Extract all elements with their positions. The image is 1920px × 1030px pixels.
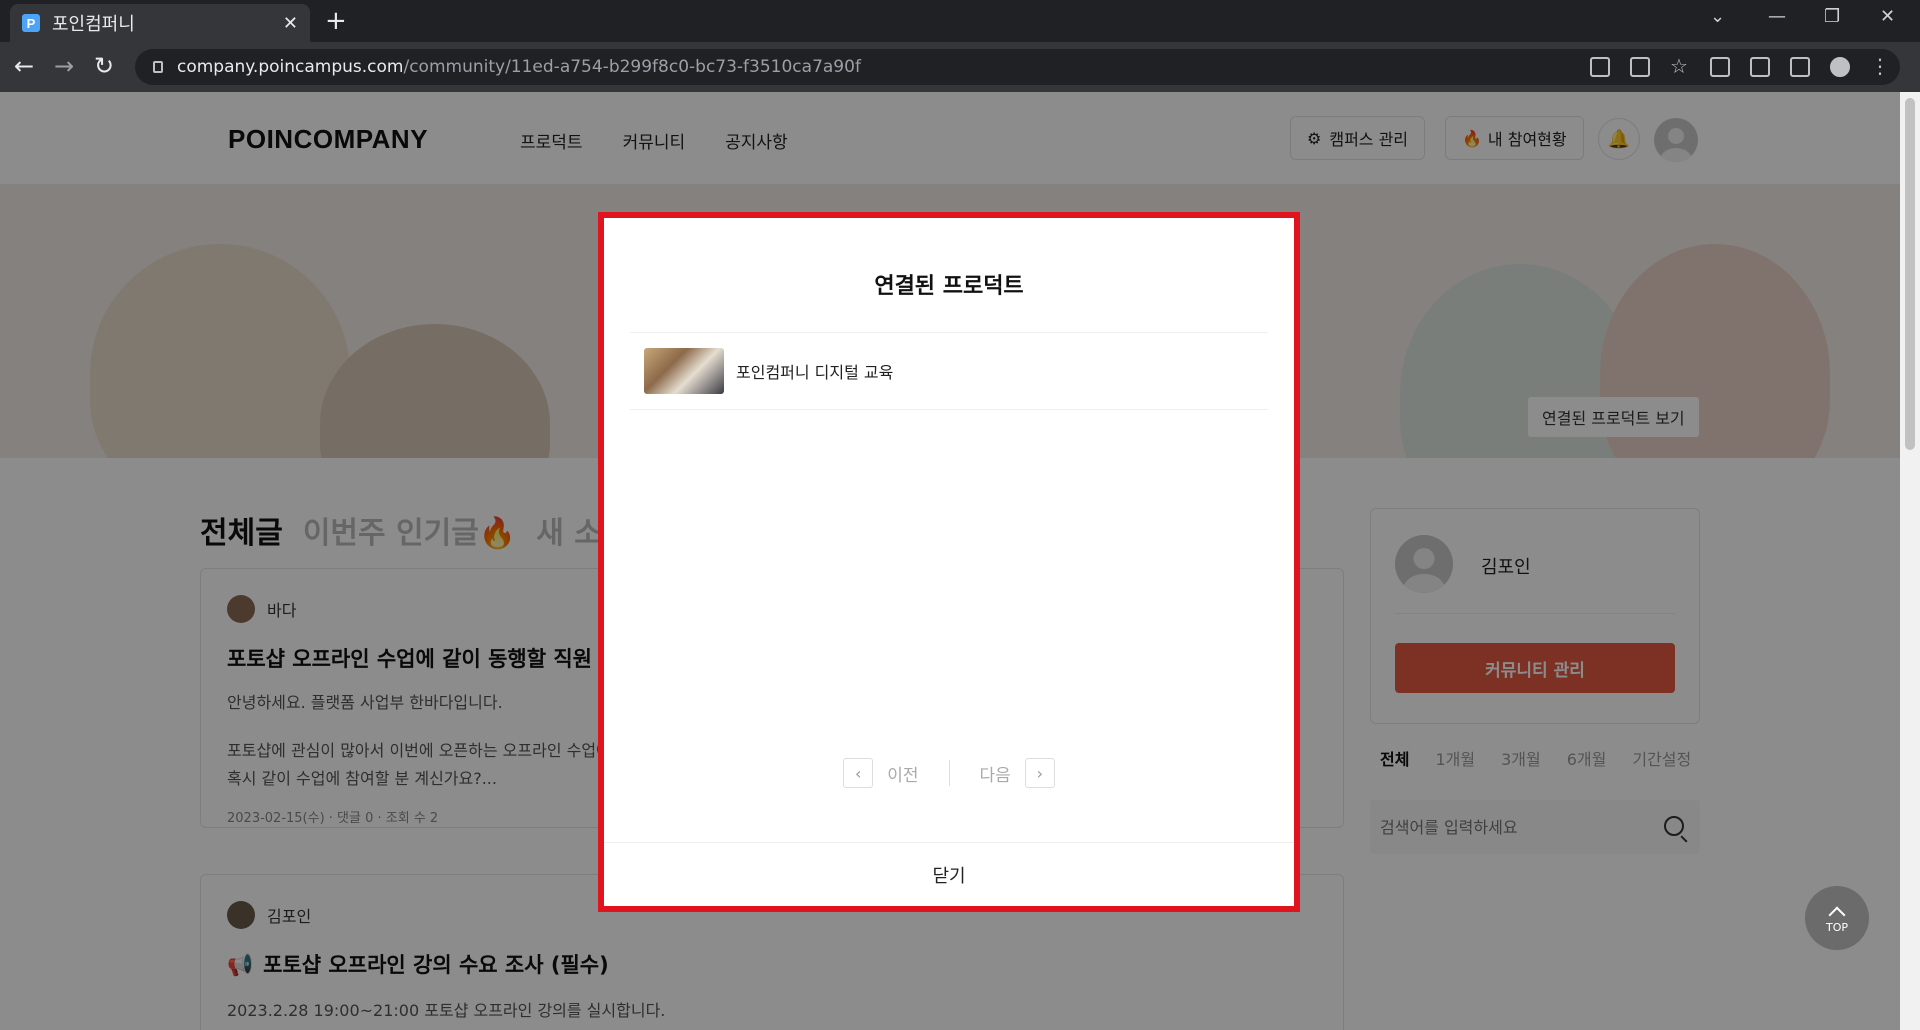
prev-button[interactable]: 이전	[887, 761, 918, 786]
product-name: 포인컴퍼니 디지털 교육	[736, 363, 894, 382]
browser-toolbar: ← → ↻ company.poincampus.com /community/…	[0, 42, 1920, 92]
lock-icon	[153, 61, 163, 73]
share-icon[interactable]	[1630, 57, 1650, 77]
tab-title: 포인컴퍼니	[52, 14, 135, 35]
back-icon[interactable]: ←	[14, 52, 34, 80]
chevron-left-icon[interactable]: ‹	[843, 758, 874, 788]
camera-icon[interactable]	[1710, 57, 1730, 77]
install-icon[interactable]	[1590, 57, 1610, 77]
profile-icon[interactable]	[1830, 57, 1850, 77]
restore-icon[interactable]: ❐	[1824, 6, 1840, 27]
modal-title: 연결된 프로덕트	[874, 274, 1024, 299]
browser-tab[interactable]: P 포인컴퍼니 ✕	[10, 4, 310, 42]
url-domain: company.poincampus.com	[177, 57, 404, 77]
next-button[interactable]: 다음	[980, 761, 1011, 786]
page-scrollbar[interactable]	[1900, 92, 1920, 1030]
url-path: /community/11ed-a754-b299f8c0-bc73-f3510…	[403, 57, 861, 77]
window-close-icon[interactable]: ✕	[1880, 6, 1895, 27]
connected-products-modal: 연결된 프로덕트 포인컴퍼니 디지털 교육 ‹ 이전 다음 › 닫기	[604, 218, 1294, 906]
browser-tabbar: P 포인컴퍼니 ✕ + ⌄ — ❐ ✕	[0, 0, 1920, 42]
scrollbar-thumb[interactable]	[1905, 98, 1915, 450]
scroll-top-button[interactable]: TOP	[1805, 886, 1869, 950]
tab-search-chevron-icon[interactable]: ⌄	[1710, 6, 1725, 27]
new-tab-icon[interactable]: +	[325, 6, 347, 36]
side-panel-icon[interactable]	[1790, 57, 1810, 77]
forward-icon[interactable]: →	[54, 52, 74, 80]
pager-divider	[948, 760, 950, 786]
tab-close-icon[interactable]: ✕	[283, 13, 298, 34]
chevron-right-icon[interactable]: ›	[1024, 758, 1055, 788]
bookmark-star-icon[interactable]: ☆	[1670, 56, 1690, 77]
favicon-icon: P	[22, 14, 40, 32]
product-thumbnail	[644, 348, 724, 394]
menu-kebab-icon[interactable]: ⋮	[1870, 56, 1890, 77]
toolbar-icons: ☆ ⋮	[1580, 49, 1900, 85]
minimize-icon[interactable]: —	[1768, 6, 1786, 27]
product-item[interactable]: 포인컴퍼니 디지털 교육	[630, 332, 1268, 410]
close-button[interactable]: 닫기	[604, 842, 1294, 906]
extensions-icon[interactable]	[1750, 57, 1770, 77]
reload-icon[interactable]: ↻	[94, 52, 114, 80]
pagination: ‹ 이전 다음 ›	[604, 758, 1294, 788]
